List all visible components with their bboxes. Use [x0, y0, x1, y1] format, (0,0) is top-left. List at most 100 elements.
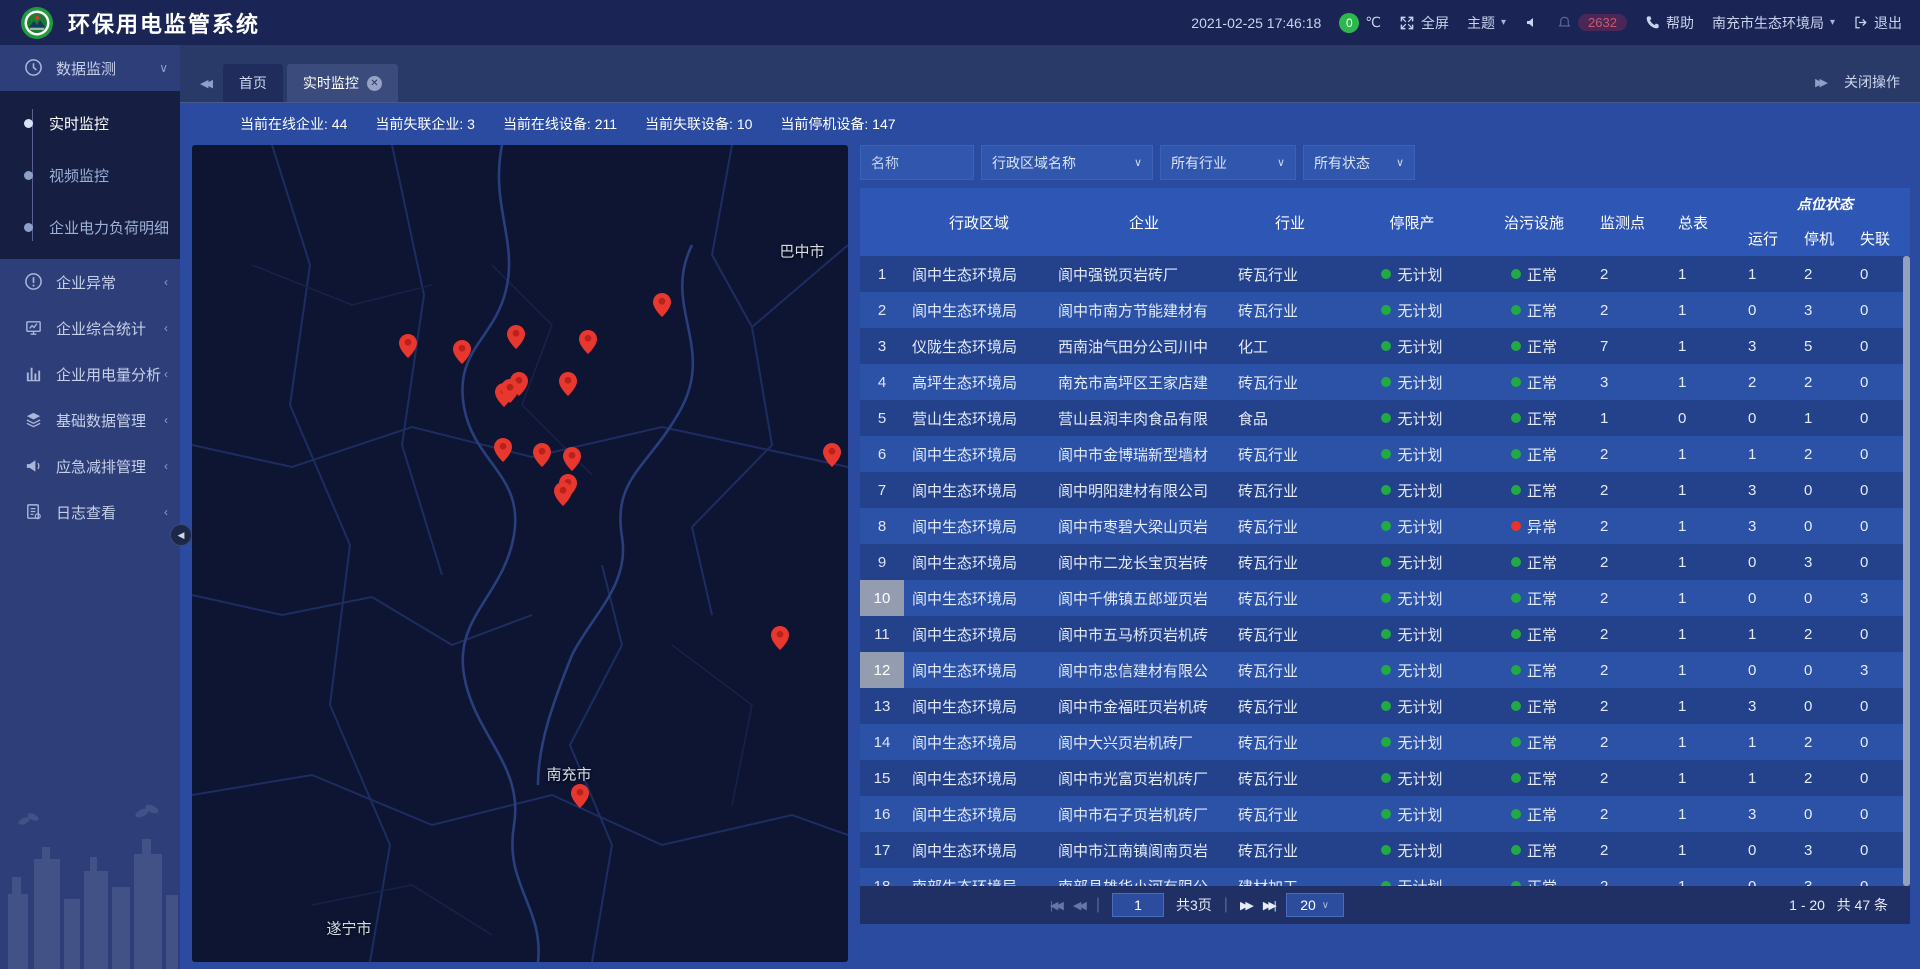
caret-down-icon: ▾: [1830, 17, 1835, 28]
industry-filter-select[interactable]: 所有行业 ∨: [1160, 145, 1296, 180]
cell-region: 仪陇生态环境局: [904, 328, 1054, 364]
table-row[interactable]: 10阆中生态环境局阆中千佛镇五郎垭页岩砖瓦行业无计划正常21003: [860, 580, 1910, 616]
table-row[interactable]: 2阆中生态环境局阆中市南方节能建材有砖瓦行业无计划正常21030: [860, 292, 1910, 328]
cell-lost-count: 3: [1852, 652, 1910, 688]
cell-facility-status: 正常: [1478, 256, 1590, 292]
table-row[interactable]: 16阆中生态环境局阆中市石子页岩机砖厂砖瓦行业无计划正常21300: [860, 796, 1910, 832]
cell-company: 阆中市金福旺页岩机砖: [1054, 688, 1234, 724]
app-window: 环保用电监管系统 2021-02-25 17:46:18 0 ℃ 全屏 主题 ▾: [0, 0, 1920, 969]
mute-button[interactable]: [1524, 15, 1539, 30]
cell-region: 阆中生态环境局: [904, 724, 1054, 760]
logout-icon: [1853, 15, 1868, 30]
status-dot-icon: [1511, 773, 1521, 783]
cell-company: 阆中市忠信建材有限公: [1054, 652, 1234, 688]
cell-meter-count: 0: [1668, 400, 1740, 436]
prev-page-icon[interactable]: ◀◀: [1073, 899, 1084, 912]
table-row[interactable]: 5营山生态环境局营山县润丰肉食品有限食品无计划正常10010: [860, 400, 1910, 436]
map-pin-icon[interactable]: [571, 784, 589, 808]
tab-实时监控[interactable]: 实时监控✕: [287, 64, 398, 102]
map-pin-icon[interactable]: [494, 438, 512, 462]
table-row[interactable]: 9阆中生态环境局阆中市二龙长宝页岩砖砖瓦行业无计划正常21030: [860, 544, 1910, 580]
sidebar-collapse-button[interactable]: ◀: [170, 524, 192, 546]
tabs-scroll-left-icon[interactable]: ◀◀: [192, 77, 223, 102]
table-row[interactable]: 3仪陇生态环境局西南油气田分公司川中化工无计划正常71350: [860, 328, 1910, 364]
tabs-scroll-right-icon[interactable]: ▶▶: [1815, 76, 1824, 89]
status-dot-icon: [1381, 521, 1391, 531]
cell-limit-status: 无计划: [1346, 472, 1478, 508]
map-pin-icon[interactable]: [501, 379, 519, 403]
table-row[interactable]: 4高坪生态环境局南充市高坪区王家店建砖瓦行业无计划正常31220: [860, 364, 1910, 400]
cell-industry: 砖瓦行业: [1234, 760, 1346, 796]
page-number-input[interactable]: 1: [1112, 893, 1164, 917]
table-row[interactable]: 7阆中生态环境局阆中明阳建材有限公司砖瓦行业无计划正常21300: [860, 472, 1910, 508]
table-row[interactable]: 17阆中生态环境局阆中市江南镇阆南页岩砖瓦行业无计划正常21030: [860, 832, 1910, 868]
table-row[interactable]: 1阆中生态环境局阆中强锐页岩砖厂砖瓦行业无计划正常21120: [860, 256, 1910, 292]
table-row[interactable]: 15阆中生态环境局阆中市光富页岩机砖厂砖瓦行业无计划正常21120: [860, 760, 1910, 796]
region-filter-select[interactable]: 行政区域名称 ∨: [981, 145, 1153, 180]
cell-monitor-count: 2: [1590, 832, 1668, 868]
sidebar-item-企业异常[interactable]: 企业异常‹: [0, 259, 180, 305]
cell-limit-status: 无计划: [1346, 544, 1478, 580]
last-page-icon[interactable]: ▶▶|: [1263, 899, 1274, 912]
name-filter-input[interactable]: [860, 145, 974, 180]
map-pin-icon[interactable]: [771, 626, 789, 650]
sidebar-subitem-企业电力负荷明细[interactable]: 企业电力负荷明细: [0, 201, 180, 253]
close-icon[interactable]: ✕: [367, 76, 382, 91]
sidebar-subitem-视频监控[interactable]: 视频监控: [0, 149, 180, 201]
map-pin-icon[interactable]: [533, 443, 551, 467]
help-button[interactable]: 帮助: [1645, 13, 1694, 33]
sidebar-subitem-实时监控[interactable]: 实时监控: [0, 97, 180, 149]
map-pin-icon[interactable]: [579, 330, 597, 354]
cell-run-count: 0: [1740, 832, 1796, 868]
status-dot-icon: [1511, 341, 1521, 351]
cell-region: 阆中生态环境局: [904, 832, 1054, 868]
map-pin-icon[interactable]: [554, 482, 572, 506]
tab-首页[interactable]: 首页: [223, 64, 283, 102]
sidebar-item-数据监测[interactable]: 数据监测∨: [0, 45, 180, 91]
sidebar-item-基础数据管理[interactable]: 基础数据管理‹: [0, 397, 180, 443]
map-pin-icon[interactable]: [507, 325, 525, 349]
chevron-down-icon: ∨: [1134, 156, 1142, 169]
table-scrollbar[interactable]: [1903, 256, 1910, 886]
sidebar-item-应急减排管理[interactable]: 应急减排管理‹: [0, 443, 180, 489]
user-menu[interactable]: 南充市生态环境局 ▾: [1712, 13, 1835, 33]
table-row[interactable]: 12阆中生态环境局阆中市忠信建材有限公砖瓦行业无计划正常21003: [860, 652, 1910, 688]
notifications-button[interactable]: 2632: [1557, 14, 1627, 31]
map-pin-icon[interactable]: [823, 443, 841, 467]
map-pin-icon[interactable]: [399, 334, 417, 358]
cell-limit-status: 无计划: [1346, 616, 1478, 652]
phone-icon: [1645, 15, 1660, 30]
theme-dropdown[interactable]: 主题 ▾: [1467, 13, 1506, 33]
table-row[interactable]: 6阆中生态环境局阆中市金博瑞新型墙材砖瓦行业无计划正常21120: [860, 436, 1910, 472]
logout-button[interactable]: 退出: [1853, 13, 1902, 33]
chart-icon: [24, 364, 44, 384]
first-page-icon[interactable]: |◀◀: [1050, 899, 1061, 912]
close-operations-button[interactable]: 关闭操作: [1844, 72, 1900, 92]
map-panel[interactable]: 巴中市南充市遂宁市: [192, 145, 848, 962]
sidebar-item-企业综合统计[interactable]: 企业综合统计‹: [0, 305, 180, 351]
fullscreen-button[interactable]: 全屏: [1399, 13, 1449, 33]
map-pin-icon[interactable]: [653, 293, 671, 317]
map-pin-icon[interactable]: [453, 340, 471, 364]
table-row[interactable]: 8阆中生态环境局阆中市枣碧大梁山页岩砖瓦行业无计划异常21300: [860, 508, 1910, 544]
sidebar-item-企业用电量分析[interactable]: 企业用电量分析‹: [0, 351, 180, 397]
cell-facility-status: 正常: [1478, 544, 1590, 580]
table-row[interactable]: 13阆中生态环境局阆中市金福旺页岩机砖砖瓦行业无计划正常21300: [860, 688, 1910, 724]
table-row[interactable]: 11阆中生态环境局阆中市五马桥页岩机砖砖瓦行业无计划正常21120: [860, 616, 1910, 652]
col-group-point-status: 点位状态 运行 停机 失联: [1740, 188, 1910, 256]
status-dot-icon: [1381, 413, 1391, 423]
next-page-icon[interactable]: ▶▶: [1240, 899, 1251, 912]
map-pin-icon[interactable]: [563, 447, 581, 471]
status-filter-select[interactable]: 所有状态 ∨: [1303, 145, 1415, 180]
cell-monitor-count: 2: [1590, 292, 1668, 328]
page-size-select[interactable]: 20 ∨: [1286, 893, 1344, 917]
table-row[interactable]: 14阆中生态环境局阆中大兴页岩机砖厂砖瓦行业无计划正常21120: [860, 724, 1910, 760]
sidebar-item-日志查看[interactable]: 日志查看‹: [0, 489, 180, 535]
content-area: ◀: [180, 145, 1920, 969]
cell-stop-count: 5: [1796, 328, 1852, 364]
cell-run-count: 1: [1740, 760, 1796, 796]
cell-lost-count: 0: [1852, 796, 1910, 832]
page-title: 环保用电监管系统: [68, 7, 260, 39]
table-row[interactable]: 18南部生态环境局南部县雄华小河有限公建材加工无计划正常21030: [860, 868, 1910, 886]
map-pin-icon[interactable]: [559, 372, 577, 396]
